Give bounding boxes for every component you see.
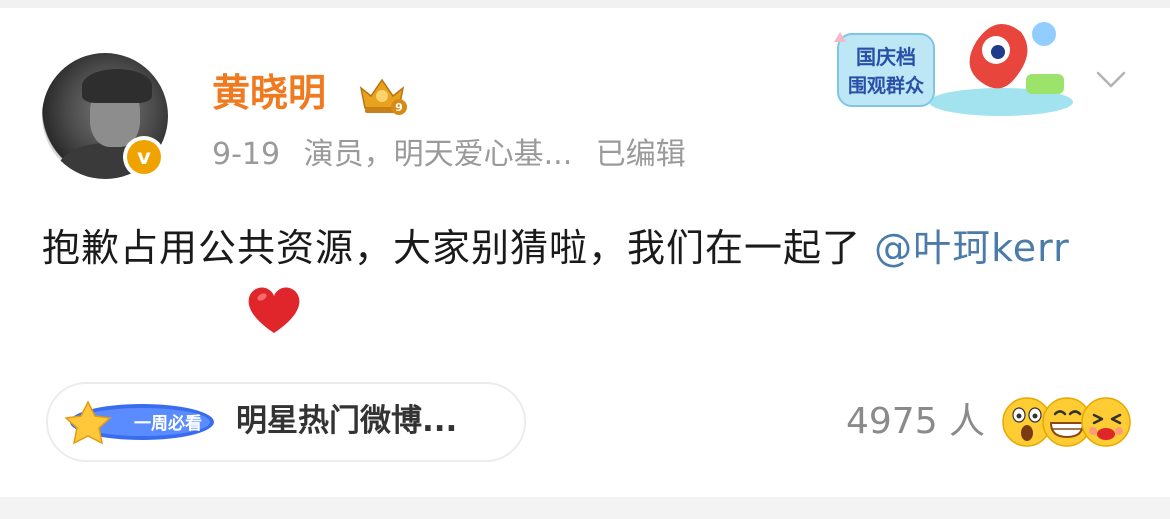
hot-topic-label: 明星热门微博... (236, 403, 458, 439)
hot-topic-pill[interactable]: 一周必看 明星热门微博... (46, 382, 526, 462)
svg-text:围观群众: 围观群众 (848, 74, 924, 97)
mention-link[interactable]: @叶珂kerr (874, 226, 1070, 270)
post-meta: 9-19 演员，明天爱心基... 已编辑 (212, 135, 700, 175)
post-content: 抱歉占用公共资源，大家别猜啦，我们在一起了 @叶珂kerr (42, 218, 1142, 278)
svg-text:国庆档: 国庆档 (856, 45, 916, 69)
reaction-count[interactable]: 4975 人 (846, 400, 985, 444)
post-text: 抱歉占用公共资源，大家别猜啦，我们在一起了 (42, 226, 875, 270)
chevron-down-icon[interactable] (1094, 62, 1128, 96)
edited-label[interactable]: 已编辑 (596, 137, 686, 172)
verified-badge-icon: v (123, 136, 165, 178)
red-heart-icon (248, 287, 300, 333)
laughing-face-icon (1081, 397, 1131, 447)
bottom-separator (0, 497, 1170, 519)
svg-text:一周必看: 一周必看 (134, 413, 202, 434)
reaction-emojis[interactable] (1000, 395, 1132, 449)
top-separator (0, 0, 1170, 8)
crown-level-icon[interactable]: 9 (355, 74, 409, 118)
username[interactable]: 黄晓明 (212, 70, 326, 116)
svg-text:9: 9 (395, 101, 403, 114)
holiday-promo-sticker[interactable]: 国庆档 围观群众 (826, 12, 1086, 124)
post-date: 9-19 (212, 137, 281, 172)
user-description: 演员，明天爱心基... (303, 137, 573, 172)
